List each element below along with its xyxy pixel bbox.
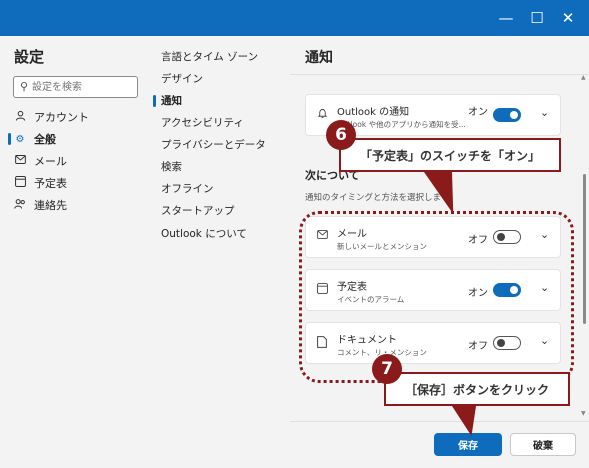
section-description: 通知のタイミングと方法を選択しま bbox=[305, 193, 442, 203]
sidebar-item-contacts[interactable]: 連絡先 bbox=[14, 196, 67, 214]
active-indicator bbox=[8, 133, 11, 145]
minimize-button[interactable]: — bbox=[496, 8, 516, 28]
sidebar-item-calendar[interactable]: 予定表 bbox=[14, 174, 67, 192]
subnav-item-language[interactable]: 言語とタイム ゾーン bbox=[161, 49, 258, 65]
step6-callout: 「予定表」のスイッチを「オン」 bbox=[339, 138, 561, 172]
title-bar: — ☐ ✕ bbox=[0, 0, 589, 36]
settings-title: 設定 bbox=[14, 48, 45, 66]
sidebar-item-general[interactable]: ⚙ 全般 bbox=[14, 130, 56, 148]
mail-icon bbox=[14, 155, 26, 167]
person-icon bbox=[14, 110, 26, 124]
sidebar-item-account[interactable]: アカウント bbox=[14, 108, 89, 126]
step7-number-badge: 7 bbox=[372, 354, 402, 384]
outlook-notification-toggle[interactable] bbox=[493, 108, 521, 122]
subnav-item-design[interactable]: デザイン bbox=[161, 71, 203, 87]
search-icon: ⚲ bbox=[20, 80, 29, 93]
sidebar-item-label: 予定表 bbox=[34, 177, 67, 190]
page-title: 通知 bbox=[305, 50, 333, 66]
calendar-icon bbox=[14, 176, 26, 190]
subnav-item-notifications[interactable]: 通知 bbox=[161, 93, 182, 109]
subnav-item-startup[interactable]: スタートアップ bbox=[161, 203, 235, 219]
divider bbox=[290, 74, 589, 75]
subnav-item-accessibility[interactable]: アクセシビリティ bbox=[161, 115, 244, 131]
maximize-button[interactable]: ☐ bbox=[527, 8, 547, 28]
search-box[interactable]: ⚲ bbox=[13, 76, 138, 98]
chevron-down-icon[interactable]: ⌄ bbox=[540, 106, 549, 119]
scrollbar[interactable]: ▲ ▼ bbox=[581, 74, 587, 420]
general-subnav: 言語とタイム ゾーン デザイン 通知 アクセシビリティ プライバシーとデータ 検… bbox=[150, 36, 290, 468]
bell-ring-icon bbox=[317, 108, 328, 122]
divider bbox=[290, 421, 589, 422]
sidebar-item-label: アカウント bbox=[34, 111, 89, 124]
subnav-item-search[interactable]: 検索 bbox=[161, 159, 182, 175]
toggle-state-label: オン bbox=[468, 107, 488, 118]
step6-number-badge: 6 bbox=[326, 120, 356, 150]
settings-sidebar: 設定 ⚲ アカウント ⚙ 全般 メール 予定表 連絡先 bbox=[0, 36, 150, 468]
card-title: Outlook の通知 bbox=[337, 107, 410, 118]
subnav-item-about[interactable]: Outlook について bbox=[161, 226, 247, 242]
card-subtitle: Outlook や他のアプリから通知を受... bbox=[337, 120, 466, 129]
sidebar-item-label: 連絡先 bbox=[34, 199, 67, 212]
scroll-down-icon[interactable]: ▼ bbox=[581, 410, 586, 417]
sidebar-item-mail[interactable]: メール bbox=[14, 152, 67, 170]
sidebar-item-label: 全般 bbox=[34, 133, 56, 146]
highlight-frame bbox=[299, 211, 574, 383]
save-button[interactable]: 保存 bbox=[434, 433, 502, 456]
scroll-up-icon[interactable]: ▲ bbox=[581, 74, 586, 81]
people-icon bbox=[14, 198, 26, 212]
sidebar-item-label: メール bbox=[34, 155, 67, 168]
close-button[interactable]: ✕ bbox=[558, 8, 578, 28]
active-indicator bbox=[153, 95, 156, 107]
subnav-item-privacy[interactable]: プライバシーとデータ bbox=[161, 137, 266, 153]
gear-icon: ⚙ bbox=[15, 133, 25, 145]
step7-callout: ［保存］ボタンをクリック bbox=[384, 372, 570, 406]
subnav-item-offline[interactable]: オフライン bbox=[161, 181, 214, 197]
search-input[interactable] bbox=[32, 79, 134, 95]
discard-button[interactable]: 破棄 bbox=[510, 433, 576, 456]
scroll-thumb[interactable] bbox=[583, 174, 586, 324]
